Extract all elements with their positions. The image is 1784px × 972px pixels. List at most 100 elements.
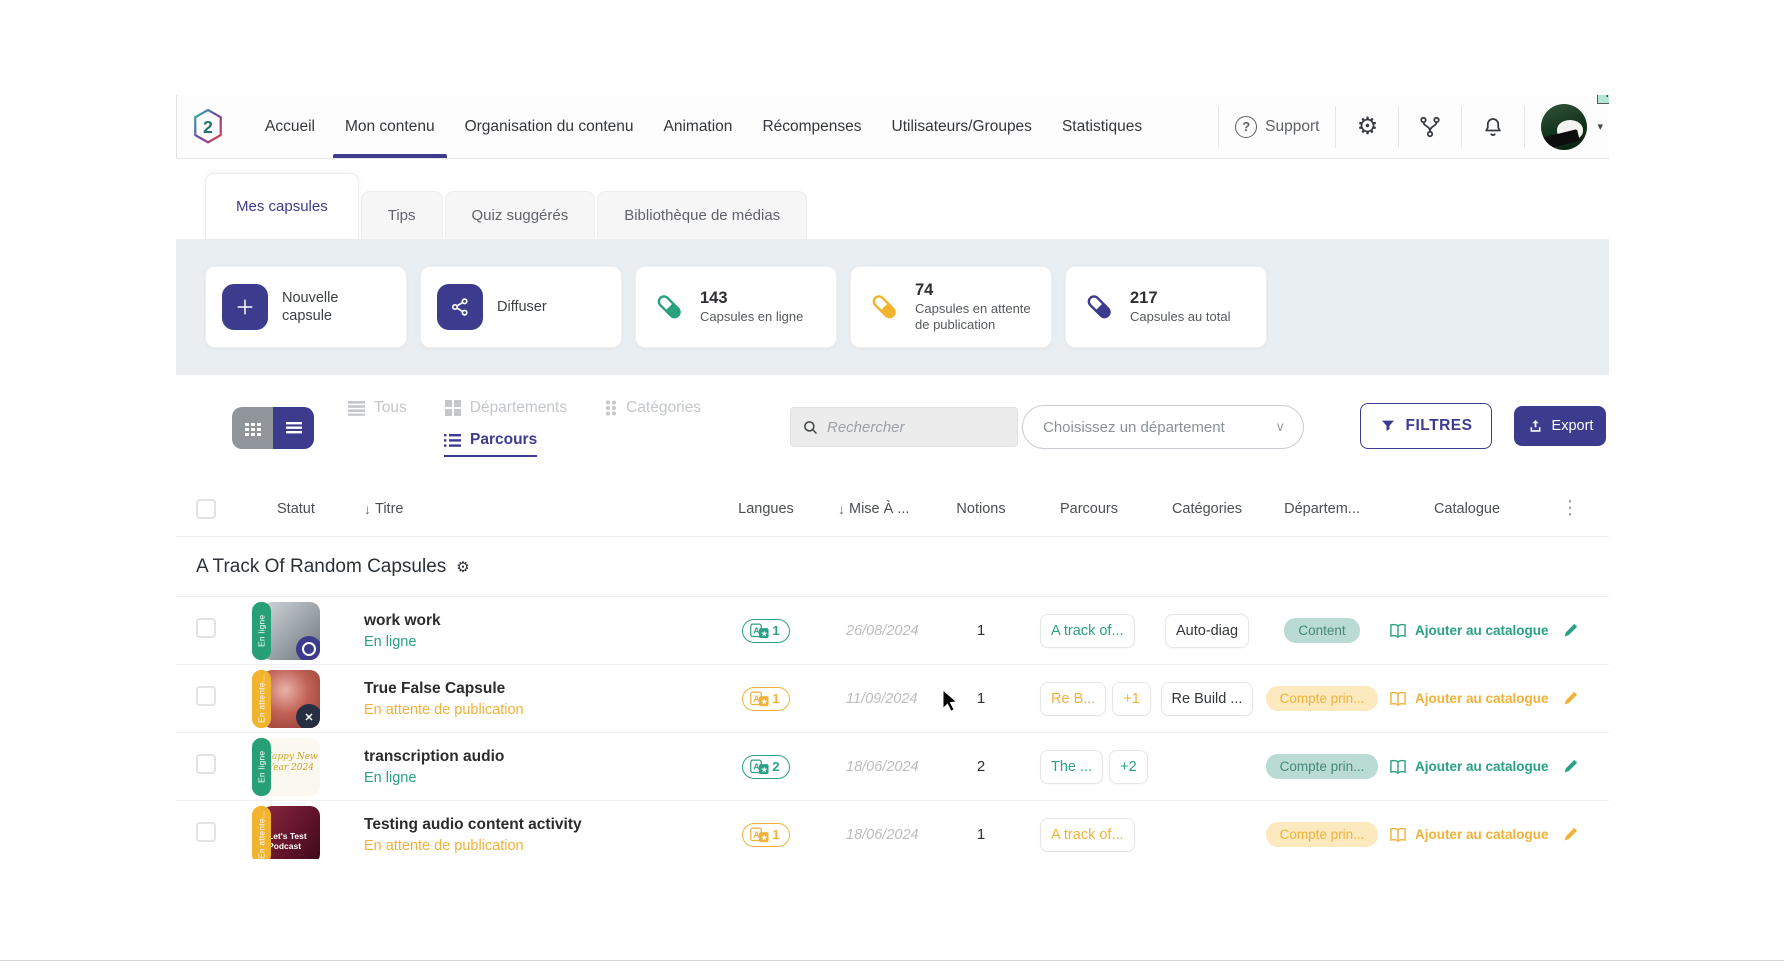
- row-checkbox[interactable]: [196, 618, 216, 638]
- view-link-departements[interactable]: Départements: [445, 399, 567, 417]
- capsule-title[interactable]: Testing audio content activity: [364, 816, 716, 834]
- nav-item-organisation[interactable]: Organisation du contenu: [465, 95, 634, 158]
- nav-item-utilisateurs-groupes[interactable]: Utilisateurs/Groupes: [892, 95, 1032, 158]
- user-menu[interactable]: ▾ Modal: [1541, 104, 1603, 150]
- tab-mes-capsules[interactable]: Mes capsules: [205, 173, 359, 239]
- export-button[interactable]: Export: [1514, 406, 1606, 446]
- header-catalogue[interactable]: Catalogue: [1382, 501, 1552, 517]
- header-notions[interactable]: Notions: [936, 501, 1026, 517]
- capsule-title[interactable]: True False Capsule: [364, 680, 716, 698]
- capsule-pill-icon: [1082, 291, 1116, 323]
- question-circle-icon: ?: [1235, 116, 1257, 138]
- header-langues[interactable]: Langues: [716, 501, 816, 517]
- stat-value: 143: [700, 289, 728, 307]
- nav-item-accueil[interactable]: Accueil: [265, 95, 315, 158]
- add-to-catalogue-link[interactable]: Ajouter au catalogue: [1382, 758, 1552, 775]
- add-to-catalogue-link[interactable]: Ajouter au catalogue: [1382, 690, 1552, 707]
- table-row[interactable]: En attente... ✕ True False Capsule En at…: [176, 665, 1609, 733]
- updated-date: 18/06/2024: [846, 759, 919, 775]
- catalogue-label: Ajouter au catalogue: [1415, 691, 1549, 706]
- edit-pencil-icon[interactable]: [1552, 689, 1589, 708]
- chip[interactable]: A track of...: [1040, 818, 1135, 852]
- header-categories[interactable]: Catégories: [1152, 501, 1262, 517]
- table-row[interactable]: En ligne work work En ligne A ★ 1 26/08/…: [176, 597, 1609, 665]
- capsule-title[interactable]: transcription audio: [364, 748, 716, 766]
- notifications-bell-icon[interactable]: [1478, 115, 1508, 139]
- new-capsule-button[interactable]: Nouvelle capsule: [205, 266, 407, 348]
- language-count: 1: [772, 623, 779, 638]
- grid-view-icon[interactable]: [232, 407, 273, 449]
- view-link-parcours[interactable]: Parcours: [444, 431, 537, 457]
- content-tabs: Mes capsules Tips Quiz suggérés Biblioth…: [176, 159, 1609, 239]
- header-mise-a-jour[interactable]: ↓Mise À ...: [816, 501, 936, 517]
- book-icon: [1388, 826, 1408, 843]
- app-logo-icon[interactable]: 2: [189, 108, 227, 146]
- nav-item-recompenses[interactable]: Récompenses: [762, 95, 861, 158]
- edit-pencil-icon[interactable]: [1552, 825, 1589, 844]
- support-button[interactable]: ? Support: [1235, 116, 1319, 138]
- svg-text:A: A: [754, 829, 760, 839]
- header-titre[interactable]: ↓Titre: [352, 501, 716, 517]
- status-ribbon: En ligne: [252, 738, 271, 796]
- add-to-catalogue-link[interactable]: Ajouter au catalogue: [1382, 826, 1552, 843]
- integrations-branch-icon[interactable]: [1415, 115, 1445, 139]
- list-view-icon[interactable]: [273, 407, 314, 449]
- table-header: Statut ↓Titre Langues ↓Mise À ... Notion…: [176, 481, 1609, 537]
- header-parcours[interactable]: Parcours: [1026, 501, 1152, 517]
- search-icon: [803, 419, 818, 436]
- columns-menu-icon[interactable]: ⋮: [1552, 497, 1589, 520]
- tab-bibliotheque-medias[interactable]: Bibliothèque de médias: [597, 191, 807, 239]
- add-to-catalogue-link[interactable]: Ajouter au catalogue: [1382, 622, 1552, 639]
- languages-pill: A ★ 1: [742, 687, 789, 711]
- svg-text:★: ★: [761, 697, 768, 705]
- capsule-status-text: En attente de publication: [364, 838, 716, 854]
- row-checkbox[interactable]: [196, 822, 216, 842]
- group-settings-gear-icon[interactable]: ⚙: [456, 558, 469, 576]
- nav-item-animation[interactable]: Animation: [664, 95, 733, 158]
- svg-text:A: A: [754, 761, 760, 771]
- search-box: [790, 407, 1018, 447]
- capsule-pill-icon: [867, 291, 901, 323]
- search-input[interactable]: [827, 419, 1005, 436]
- chip[interactable]: Re B...: [1040, 682, 1106, 716]
- updated-date: 26/08/2024: [846, 623, 919, 639]
- chip[interactable]: +2: [1109, 750, 1148, 784]
- chip[interactable]: The ...: [1040, 750, 1103, 784]
- department-select[interactable]: Choisissez un département ∨: [1022, 405, 1304, 449]
- edit-pencil-icon[interactable]: [1552, 621, 1589, 640]
- status-ribbon: En attente...: [252, 806, 271, 859]
- tab-quiz-suggeres[interactable]: Quiz suggérés: [445, 191, 596, 239]
- select-all-checkbox[interactable]: [196, 499, 216, 519]
- nav-item-mon-contenu[interactable]: Mon contenu: [345, 95, 435, 158]
- row-checkbox[interactable]: [196, 754, 216, 774]
- row-checkbox[interactable]: [196, 686, 216, 706]
- translate-icon: A ★: [750, 759, 769, 775]
- chip[interactable]: Auto-diag: [1165, 614, 1249, 648]
- nav-item-statistiques[interactable]: Statistiques: [1062, 95, 1142, 158]
- department-chip: Compte prin...: [1266, 822, 1379, 847]
- view-link-tous[interactable]: Tous: [348, 399, 407, 417]
- chip[interactable]: A track of...: [1040, 614, 1135, 648]
- dots-grid-icon: [605, 400, 617, 416]
- user-avatar[interactable]: [1541, 104, 1587, 150]
- diffuse-button[interactable]: Diffuser: [420, 266, 622, 348]
- view-link-categories[interactable]: Catégories: [605, 399, 701, 417]
- languages-pill: A ★ 1: [742, 619, 789, 643]
- table-row[interactable]: En ligne Happy New Year 2024 transcripti…: [176, 733, 1609, 801]
- chip[interactable]: Re Build ...: [1161, 682, 1254, 716]
- table-row[interactable]: En attente... Let's Test Podcast Testing…: [176, 801, 1609, 859]
- share-nodes-icon: [437, 284, 483, 330]
- modal-menu-item[interactable]: Modal: [1597, 95, 1609, 104]
- tab-tips[interactable]: Tips: [361, 191, 443, 239]
- chip[interactable]: +1: [1112, 682, 1151, 716]
- header-statut[interactable]: Statut: [252, 501, 352, 517]
- capsule-title[interactable]: work work: [364, 612, 716, 630]
- header-departements[interactable]: Départem...: [1262, 501, 1382, 517]
- chevron-down-icon[interactable]: ▾: [1597, 120, 1603, 133]
- stat-label: Capsules en attente de publication: [915, 301, 1037, 334]
- filters-button[interactable]: FILTRES: [1360, 403, 1492, 449]
- settings-gear-icon[interactable]: ⚙: [1352, 115, 1382, 139]
- edit-pencil-icon[interactable]: [1552, 757, 1589, 776]
- plus-icon: [222, 284, 268, 330]
- stat-card-pending: 74 Capsules en attente de publication: [850, 266, 1052, 348]
